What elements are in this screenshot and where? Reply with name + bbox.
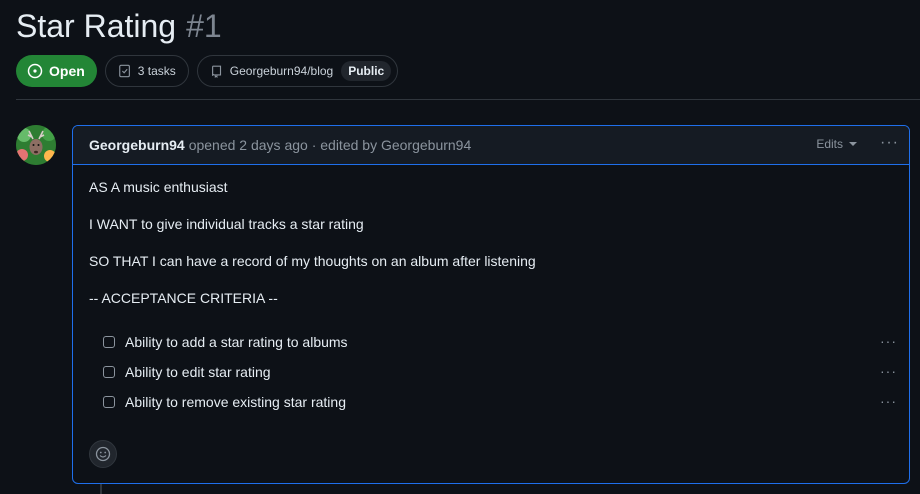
task-options-kebab-icon[interactable]: ··· xyxy=(880,363,897,379)
issue-state-badge: Open xyxy=(16,55,97,87)
avatar[interactable] xyxy=(16,125,56,165)
tasks-pill[interactable]: 3 tasks xyxy=(104,55,189,87)
task-item: Ability to add a star rating to albums ·… xyxy=(89,327,896,357)
issue-title-row: Star Rating #1 xyxy=(16,8,222,52)
task-list: Ability to add a star rating to albums ·… xyxy=(89,327,896,417)
comment-header: Georgeburn94 opened 2 days ago · edited … xyxy=(73,126,909,165)
comment-author-link[interactable]: Georgeburn94 xyxy=(89,137,185,153)
task-options-kebab-icon[interactable]: ··· xyxy=(880,393,897,409)
visibility-badge: Public xyxy=(341,61,392,81)
task-options-kebab-icon[interactable]: ··· xyxy=(880,333,897,349)
paragraph-i-want: I WANT to give individual tracks a star … xyxy=(89,216,364,232)
task-checkbox[interactable] xyxy=(103,396,115,408)
task-checkbox[interactable] xyxy=(103,336,115,348)
issue-title: Star Rating xyxy=(16,8,177,44)
repo-pill[interactable]: Georgeburn94/blog Public xyxy=(196,55,399,87)
issue-number: #1 xyxy=(186,8,222,44)
timeline-line xyxy=(100,484,102,494)
task-label: Ability to add a star rating to albums xyxy=(125,334,348,350)
edits-dropdown[interactable]: Edits xyxy=(816,137,857,151)
paragraph-acceptance-criteria: -- ACCEPTANCE CRITERIA -- xyxy=(89,290,278,306)
tasks-label: 3 tasks xyxy=(137,64,176,78)
comment-body: AS A music enthusiast I WANT to give ind… xyxy=(73,165,909,417)
issue-comment: Georgeburn94 opened 2 days ago · edited … xyxy=(72,125,910,484)
issue-meta-row: Open 3 tasks Georgeburn94/blog Public xyxy=(16,55,399,87)
header-divider xyxy=(16,99,920,100)
add-reaction-button[interactable] xyxy=(89,440,117,468)
comment-meta: opened 2 days ago · edited by Georgeburn… xyxy=(188,137,472,153)
smiley-icon xyxy=(95,446,111,462)
tasklist-icon xyxy=(118,64,130,78)
repo-name: Georgeburn94/blog xyxy=(229,64,334,78)
task-label: Ability to remove existing star rating xyxy=(125,394,346,410)
issue-open-icon xyxy=(27,63,43,79)
comment-options-kebab-icon[interactable]: ··· xyxy=(880,134,899,152)
paragraph-as-a: AS A music enthusiast xyxy=(89,179,228,195)
task-item: Ability to edit star rating ··· xyxy=(89,357,896,387)
issue-state-label: Open xyxy=(49,63,85,79)
task-checkbox[interactable] xyxy=(103,366,115,378)
paragraph-so-that: SO THAT I can have a record of my though… xyxy=(89,253,536,269)
task-item: Ability to remove existing star rating ·… xyxy=(89,387,896,417)
task-label: Ability to edit star rating xyxy=(125,364,271,380)
deer-avatar-icon xyxy=(16,125,56,165)
edits-label: Edits xyxy=(816,137,843,151)
repo-icon xyxy=(211,65,221,78)
caret-down-icon xyxy=(849,142,857,146)
